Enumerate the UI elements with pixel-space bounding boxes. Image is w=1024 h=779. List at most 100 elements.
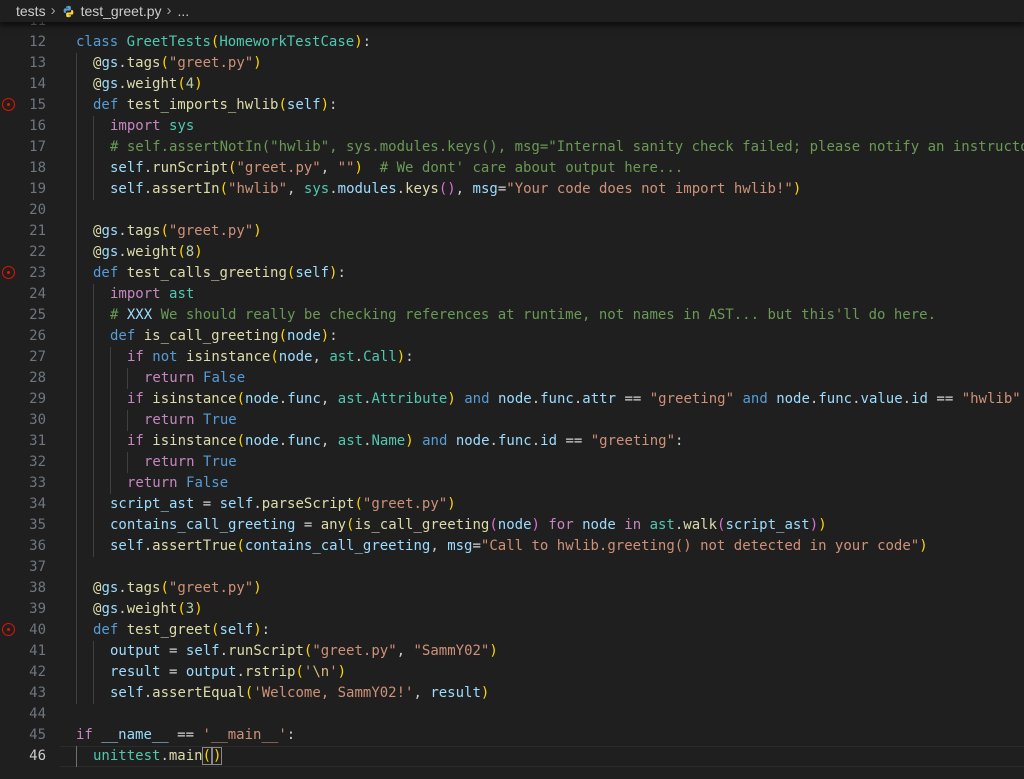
- code-token: (: [279, 328, 287, 344]
- code-token: for: [548, 517, 573, 533]
- code-token: "greeting": [591, 433, 675, 449]
- code-text: unittest.main(): [93, 746, 221, 767]
- code-line[interactable]: 42result = output.rstrip('\n'): [0, 662, 1024, 683]
- code-line[interactable]: 30return True: [0, 410, 1024, 431]
- code-token: (: [295, 664, 303, 680]
- code-line[interactable]: 13@gs.tags("greet.py"): [0, 53, 1024, 74]
- code-line[interactable]: 27if not isinstance(node, ast.Call):: [0, 347, 1024, 368]
- indent-guide: [93, 347, 94, 368]
- code-line[interactable]: 46unittest.main(): [0, 746, 1024, 767]
- breadcrumb-file[interactable]: test_greet.py: [81, 3, 162, 19]
- code-token: :: [337, 265, 345, 281]
- code-token: node: [582, 517, 616, 533]
- code-token: and: [422, 433, 447, 449]
- code-line[interactable]: 33return False: [0, 473, 1024, 494]
- code-line[interactable]: 12class GreetTests(HomeworkTestCase):: [0, 32, 1024, 53]
- line-number: 45: [0, 725, 46, 746]
- code-token: [178, 349, 186, 365]
- line-number: 12: [0, 32, 46, 53]
- code-token: runScript: [152, 160, 228, 176]
- code-line[interactable]: 31if isinstance(node.func, ast.Name) and…: [0, 431, 1024, 452]
- line-number: 38: [0, 578, 46, 599]
- code-token: ==: [936, 391, 953, 407]
- code-token: "Call to hwlib.greeting() not detected i…: [481, 538, 919, 554]
- code-line[interactable]: 35contains_call_greeting = any(is_call_g…: [0, 515, 1024, 536]
- code-line[interactable]: 17 # self.assertNotIn("hwlib", sys.module…: [0, 137, 1024, 158]
- code-line[interactable]: 36self.assertTrue(contains_call_greeting…: [0, 536, 1024, 557]
- line-number: 23: [0, 263, 46, 284]
- code-line[interactable]: 24import ast: [0, 284, 1024, 305]
- indent-guide: [93, 536, 94, 557]
- code-area[interactable]: 1112class GreetTests(HomeworkTestCase):1…: [0, 11, 1024, 767]
- code-line[interactable]: 26def is_call_greeting(node):: [0, 326, 1024, 347]
- code-line[interactable]: 38@gs.tags("greet.py"): [0, 578, 1024, 599]
- code-line[interactable]: 21@gs.tags("greet.py"): [0, 221, 1024, 242]
- code-token: sys: [304, 181, 329, 197]
- line-number: 36: [0, 536, 46, 557]
- code-line[interactable]: 25# XXX We should really be checking ref…: [0, 305, 1024, 326]
- code-token: if: [127, 349, 144, 365]
- code-token: .: [118, 55, 126, 71]
- indent-guide: [76, 179, 77, 200]
- indent-guide: [127, 368, 128, 389]
- code-line[interactable]: 43self.assertEqual('Welcome, SammY02!', …: [0, 683, 1024, 704]
- indent-guide: [76, 515, 77, 536]
- code-line[interactable]: 23def test_calls_greeting(self):: [0, 263, 1024, 284]
- line-number: 20: [0, 200, 46, 221]
- code-text: return True: [144, 410, 237, 431]
- code-line[interactable]: 19self.assertIn("hwlib", sys.modules.key…: [0, 179, 1024, 200]
- breadcrumb-symbol[interactable]: ...: [178, 3, 190, 19]
- code-line[interactable]: 44: [0, 704, 1024, 725]
- line-number: 41: [0, 641, 46, 662]
- code-line[interactable]: 41output = self.runScript("greet.py", "S…: [0, 641, 1024, 662]
- code-line[interactable]: 39@gs.weight(3): [0, 599, 1024, 620]
- line-number: 18: [0, 158, 46, 179]
- code-line[interactable]: 28return False: [0, 368, 1024, 389]
- code-line[interactable]: 15def test_imports_hwlib(self):: [0, 95, 1024, 116]
- code-token: rstrip: [245, 664, 296, 680]
- code-line[interactable]: 18self.runScript("greet.py", "") # We do…: [0, 158, 1024, 179]
- indent-guide: [76, 662, 77, 683]
- code-token: (: [236, 538, 244, 554]
- code-line[interactable]: 40def test_greet(self):: [0, 620, 1024, 641]
- code-line[interactable]: 37: [0, 557, 1024, 578]
- code-token: (: [220, 181, 228, 197]
- line-number: 29: [0, 389, 46, 410]
- code-token: "Your code does not import hwlib!": [506, 181, 793, 197]
- line-number: 17: [0, 137, 46, 158]
- code-token: ): [405, 433, 413, 449]
- code-line[interactable]: 32return True: [0, 452, 1024, 473]
- code-line[interactable]: 45if __name__ == '__main__':: [0, 725, 1024, 746]
- code-line[interactable]: 22@gs.weight(8): [0, 242, 1024, 263]
- code-line[interactable]: 34script_ast = self.parseScript("greet.p…: [0, 494, 1024, 515]
- code-line[interactable]: 14@gs.weight(4): [0, 74, 1024, 95]
- code-token: self: [110, 538, 144, 554]
- code-token: and: [464, 391, 489, 407]
- line-number: 25: [0, 305, 46, 326]
- code-line[interactable]: 29if isinstance(node.func, ast.Attribute…: [0, 389, 1024, 410]
- code-text: @gs.weight(3): [93, 599, 203, 620]
- breadcrumb-folder[interactable]: tests: [16, 3, 46, 19]
- code-token: import: [110, 286, 161, 302]
- code-editor[interactable]: tests › test_greet.py › ... 1112class Gr…: [0, 0, 1024, 779]
- line-number: 28: [0, 368, 46, 389]
- line-number: 26: [0, 326, 46, 347]
- indent-guide: [76, 452, 77, 473]
- line-number: 35: [0, 515, 46, 536]
- code-token: =: [203, 496, 211, 512]
- code-text: def test_greet(self):: [93, 620, 270, 641]
- code-line[interactable]: 20: [0, 200, 1024, 221]
- code-token: Call: [363, 349, 397, 365]
- code-token: attr: [582, 391, 616, 407]
- code-token: 4: [186, 76, 194, 92]
- code-token: assertIn: [152, 181, 219, 197]
- code-token: ,: [430, 538, 447, 554]
- code-token: "greet.py": [169, 223, 253, 239]
- code-token: .: [253, 496, 261, 512]
- code-token: .: [118, 223, 126, 239]
- code-text: # self.assertNotIn("hwlib", sys.modules.…: [110, 137, 1024, 158]
- code-token: tags: [127, 55, 161, 71]
- code-line[interactable]: 16import sys: [0, 116, 1024, 137]
- line-number: 14: [0, 74, 46, 95]
- code-token: :: [363, 34, 371, 50]
